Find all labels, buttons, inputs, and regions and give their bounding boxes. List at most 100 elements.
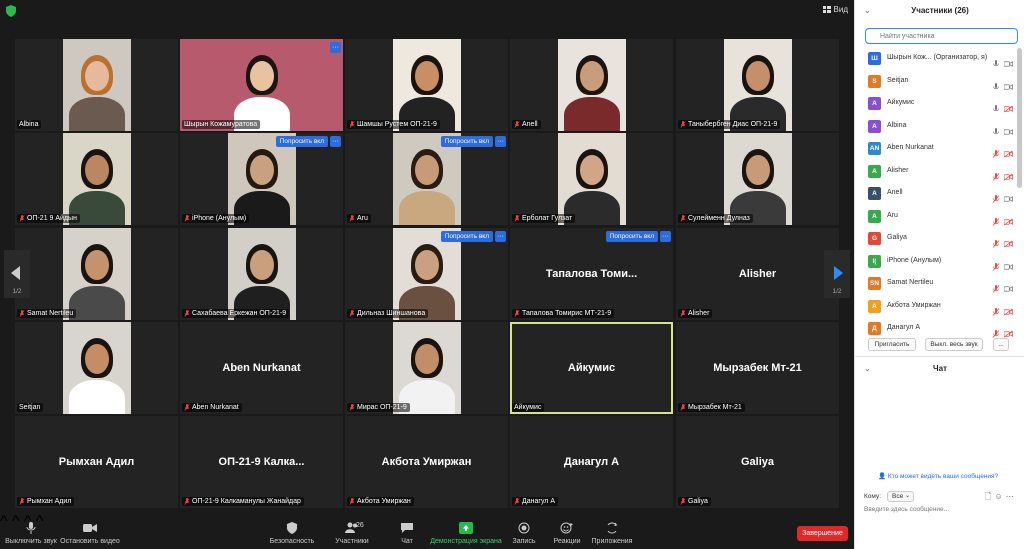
participant-row[interactable]: I(iPhone (Анулым) xyxy=(855,251,1017,274)
microphone-muted-icon[interactable] xyxy=(992,145,1000,158)
video-tile[interactable]: Попросить вкл ··· Aru xyxy=(345,133,508,225)
microphone-icon[interactable] xyxy=(992,123,1000,134)
video-tile[interactable]: Samat Nertileu xyxy=(15,228,178,320)
tile-more-button[interactable]: ··· xyxy=(495,231,506,242)
ask-to-start-video-button[interactable]: Попросить вкл xyxy=(440,231,493,242)
video-camera-off-icon[interactable] xyxy=(1003,235,1013,248)
video-tile[interactable]: ОП-21-9 Калка... ОП-21-9 Калкаманулы Жана… xyxy=(180,416,343,508)
video-camera-off-icon[interactable] xyxy=(1003,145,1013,158)
video-tile[interactable]: Рымхан Адил Рымхан Адил xyxy=(15,416,178,508)
video-tile[interactable]: Айкумис Айкумис xyxy=(510,322,673,414)
more-icon[interactable]: ⋯ xyxy=(1006,492,1017,501)
participants-scrollbar[interactable] xyxy=(1017,48,1022,188)
video-tile[interactable]: Сулейменн Дулназ xyxy=(676,133,839,225)
invite-button[interactable]: Пригласить xyxy=(868,338,916,351)
microphone-icon[interactable] xyxy=(992,55,1000,67)
participant-row[interactable]: A Alisher xyxy=(855,161,1017,184)
participant-search-input[interactable] xyxy=(865,28,1018,44)
microphone-muted-icon[interactable] xyxy=(992,213,1000,226)
participants-button[interactable]: Участники 26 xyxy=(334,513,370,549)
tile-more-button[interactable]: ··· xyxy=(660,231,671,242)
video-tile[interactable]: Данагул А Данагул А xyxy=(510,416,673,508)
ask-to-start-video-button[interactable]: Попросить вкл xyxy=(275,136,328,147)
video-tile[interactable]: ОП-21 9 Айдын xyxy=(15,133,178,225)
participant-row[interactable]: G Galiya xyxy=(855,228,1017,251)
video-tile[interactable]: Ерболат Гулзат xyxy=(510,133,673,225)
stop-video-button[interactable]: Остановить видео xyxy=(60,513,120,549)
apps-icon xyxy=(607,522,618,534)
video-camera-off-icon[interactable] xyxy=(1003,303,1013,315)
video-camera-off-icon[interactable] xyxy=(1003,325,1013,338)
more-options-button[interactable]: ... xyxy=(993,338,1009,351)
microphone-muted-icon[interactable] xyxy=(992,325,1000,338)
microphone-muted-icon[interactable] xyxy=(992,168,1000,181)
chat-message-input[interactable]: Введите здесь сообщение... xyxy=(864,506,949,513)
video-camera-off-icon[interactable] xyxy=(1003,168,1013,180)
participant-row[interactable]: А Айкумис xyxy=(855,93,1017,116)
video-camera-off-icon[interactable] xyxy=(1003,100,1013,113)
video-camera-icon[interactable] xyxy=(1003,280,1013,292)
microphone-muted-icon[interactable] xyxy=(992,235,1000,248)
tile-more-button[interactable]: ··· xyxy=(495,136,506,147)
tile-more-button[interactable]: ··· xyxy=(330,136,341,147)
chevron-down-icon[interactable]: ⌄ xyxy=(864,0,871,22)
video-tile[interactable]: Seitjan xyxy=(15,322,178,414)
microphone-muted-icon[interactable] xyxy=(992,258,1000,271)
end-meeting-button[interactable]: Завершение xyxy=(797,526,848,541)
video-tile[interactable]: Тапалова Томи... Попросить вкл ··· Тапалова… xyxy=(510,228,673,320)
video-tile[interactable]: Мырзабек Мт-21 Мырзабек Мт-21 xyxy=(676,322,839,414)
microphone-icon[interactable] xyxy=(992,78,1000,89)
video-tile[interactable]: Таныбербген Диас ОП-21-9 xyxy=(676,39,839,131)
share-screen-button[interactable]: Демонстрация экрана xyxy=(430,513,502,549)
microphone-icon[interactable] xyxy=(992,100,1000,112)
video-tile[interactable]: Акбота Умиржан Акбота Умиржан xyxy=(345,416,508,508)
video-tile[interactable]: Мирас ОП-21-9 xyxy=(345,322,508,414)
record-button[interactable]: Запись xyxy=(512,513,536,549)
participant-row[interactable]: AN Aben Nurkanat xyxy=(855,138,1017,161)
video-tile[interactable]: Попросить вкл ··· Дильназ Шиншанова xyxy=(345,228,508,320)
video-tile[interactable]: Шамшы Рустем ОП-21-9 xyxy=(345,39,508,131)
mute-all-button[interactable]: Выкл. весь звук xyxy=(925,338,983,351)
participant-row[interactable]: S Seitjan xyxy=(855,71,1017,94)
participant-video-feed xyxy=(557,133,626,225)
tile-more-button[interactable]: ··· xyxy=(330,42,341,53)
video-camera-icon[interactable] xyxy=(1003,258,1013,270)
microphone-muted-icon[interactable] xyxy=(992,190,1000,203)
participant-row[interactable]: А Акбота Умиржан xyxy=(855,296,1017,319)
participant-row[interactable]: SN Samat Nertileu xyxy=(855,273,1017,296)
video-tile[interactable]: Aben Nurkanat Aben Nurkanat xyxy=(180,322,343,414)
participant-row[interactable]: A Albina xyxy=(855,116,1017,139)
video-tile[interactable]: Albina xyxy=(15,39,178,131)
who-can-see-link[interactable]: 👤 Кто может видеть ваши сообщения? xyxy=(878,472,998,480)
microphone-muted-icon[interactable] xyxy=(992,280,1000,293)
participant-row[interactable]: A Aru xyxy=(855,206,1017,229)
chevron-down-icon[interactable]: ⌄ xyxy=(864,358,871,380)
video-tile[interactable]: Anell xyxy=(510,39,673,131)
shield-icon[interactable] xyxy=(6,5,16,17)
video-camera-icon[interactable] xyxy=(1003,190,1013,202)
video-tile[interactable]: Galiya Galiya xyxy=(676,416,839,508)
video-camera-icon[interactable] xyxy=(1003,123,1013,135)
emoji-icon[interactable]: ☺ xyxy=(994,492,1005,501)
security-button[interactable]: Безопасность xyxy=(270,513,314,549)
ask-to-start-video-button[interactable]: Попросить вкл xyxy=(440,136,493,147)
chat-recipient-select[interactable]: Все ⌄ xyxy=(887,491,915,502)
reactions-button[interactable]: Реакции xyxy=(553,513,581,549)
next-page-button[interactable]: 1/2 xyxy=(824,250,850,298)
video-tile[interactable]: Попросить вкл ··· iPhone (Анулым) xyxy=(180,133,343,225)
participant-row[interactable]: Ш Шырын Кож... (Организатор, я) xyxy=(855,48,1017,71)
microphone-muted-icon[interactable] xyxy=(992,303,1000,316)
mute-button[interactable]: Выключить звук xyxy=(5,513,57,549)
video-camera-off-icon[interactable] xyxy=(1003,213,1013,225)
apps-button[interactable]: Приложения xyxy=(591,513,633,549)
video-tile[interactable]: ··· Шырын Кожамуратова xyxy=(180,39,343,131)
video-camera-icon[interactable] xyxy=(1003,55,1013,67)
chat-button[interactable]: Чат xyxy=(395,513,419,549)
ask-to-start-video-button[interactable]: Попросить вкл xyxy=(605,231,658,242)
prev-page-button[interactable]: 1/2 xyxy=(4,250,30,298)
video-tile[interactable]: Alisher Alisher xyxy=(676,228,839,320)
view-button[interactable]: Вид xyxy=(822,5,848,14)
video-tile[interactable]: Сахабаева Еркежан ОП-21-9 xyxy=(180,228,343,320)
video-camera-icon[interactable] xyxy=(1003,78,1013,90)
participant-row[interactable]: A Anell xyxy=(855,183,1017,206)
